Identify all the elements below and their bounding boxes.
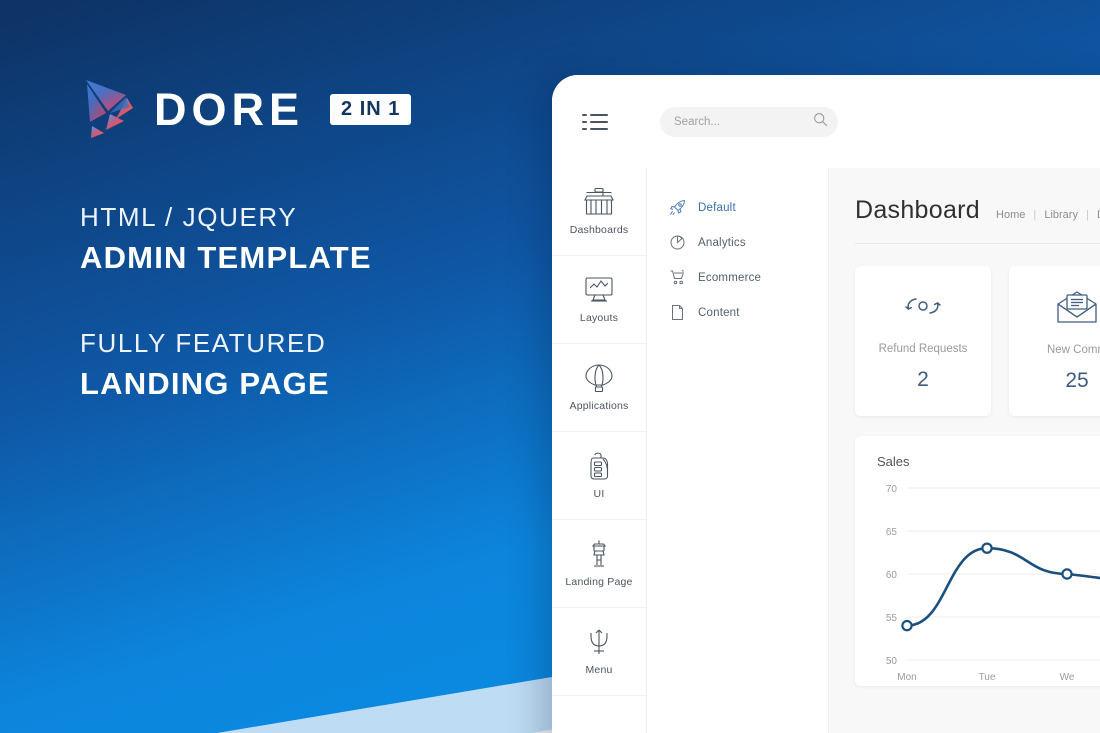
headline-sub-admin: HTML / JQUERY (80, 202, 298, 232)
pie-chart-icon (669, 234, 686, 251)
headline-main-admin: ADMIN TEMPLATE (80, 240, 372, 275)
stat-card-row: Refund Requests 2 New Com 25 (855, 266, 1100, 416)
submenu-item-analytics[interactable]: Analytics (647, 225, 828, 260)
breadcrumb: Home | Library | D (996, 209, 1100, 221)
page-header: Dashboard Home | Library | D (855, 196, 1100, 244)
submenu-panel: Default Analytics Ecommerce Content (647, 168, 829, 733)
svg-text:50: 50 (886, 656, 898, 667)
sidebar-item-layouts[interactable]: Layouts (552, 256, 646, 344)
sidebar-item-ui[interactable]: UI (552, 432, 646, 520)
sidebar-item-label: UI (593, 488, 605, 500)
headline-sub-landing: FULLY FEATURED (80, 328, 327, 358)
stat-card-value: 2 (917, 367, 929, 391)
submenu-item-label: Default (698, 201, 736, 214)
chart-title: Sales (877, 454, 910, 469)
submenu-item-label: Content (698, 306, 740, 319)
sidebar-item-label: Menu (585, 664, 613, 676)
submenu-item-label: Ecommerce (698, 271, 762, 284)
app-topbar (552, 75, 1100, 168)
submenu-item-default[interactable]: Default (647, 190, 828, 225)
stat-card-refund-requests[interactable]: Refund Requests 2 (855, 266, 991, 416)
page-title: Dashboard (855, 196, 981, 224)
stat-card-new-comments[interactable]: New Comm 25 (1009, 266, 1100, 416)
submenu-item-label: Analytics (698, 236, 746, 249)
shop-icon (582, 187, 616, 217)
sidebar-item-label: Applications (569, 400, 629, 412)
tower-icon (582, 539, 616, 569)
breadcrumb-separator: | (1086, 209, 1089, 221)
brand-lockup: DORE 2 IN 1 (80, 78, 560, 140)
sales-chart-card: Sales 50 55 60 65 70 Mon Tue We (855, 436, 1100, 686)
sidebar-item-label: Dashboards (569, 224, 629, 236)
sidebar-item-label: Layouts (579, 312, 619, 324)
search-box[interactable] (660, 106, 838, 137)
trident-icon (582, 627, 616, 657)
submenu-item-content[interactable]: Content (647, 295, 828, 330)
dore-logo-icon (80, 78, 136, 140)
shopping-cart-icon (669, 269, 686, 286)
monitor-chart-icon (582, 275, 616, 305)
content-area: Dashboard Home | Library | D (829, 168, 1100, 733)
promo-content: DORE 2 IN 1 HTML / JQUERY ADMIN TEMPLATE… (0, 0, 560, 733)
stat-card-value: 25 (1065, 368, 1089, 392)
hot-air-balloon-icon (582, 363, 616, 393)
document-icon (669, 304, 686, 321)
sales-line-chart: 50 55 60 65 70 Mon Tue We (855, 478, 1100, 686)
stat-card-label: Refund Requests (878, 342, 968, 355)
app-body: Dashboards Layouts Applications UI Landi… (552, 168, 1100, 733)
list-menu-icon[interactable] (582, 112, 608, 132)
sidebar-item-applications[interactable]: Applications (552, 344, 646, 432)
headline-block-landing: FULLY FEATURED LANDING PAGE (80, 328, 560, 402)
breadcrumb-item-library[interactable]: Library (1044, 209, 1078, 221)
breadcrumb-separator: | (1033, 209, 1037, 221)
svg-text:70: 70 (886, 484, 898, 495)
search-icon[interactable] (813, 112, 828, 132)
app-window: Dashboards Layouts (552, 75, 1100, 733)
svg-text:55: 55 (886, 613, 898, 624)
badge-2in1: 2 IN 1 (330, 93, 412, 125)
brand-name: DORE (154, 83, 305, 135)
stat-card-label: New Comm (1046, 343, 1100, 356)
svg-text:60: 60 (886, 570, 898, 581)
headline-main-landing: LANDING PAGE (80, 366, 330, 401)
sidebar-item-dashboards[interactable]: Dashboards (552, 168, 646, 256)
search-input[interactable] (674, 115, 813, 128)
open-envelope-icon (1054, 290, 1100, 331)
svg-text:65: 65 (886, 527, 898, 538)
sidebar-item-menu[interactable]: Menu (552, 608, 646, 696)
headline-block-admin: HTML / JQUERY ADMIN TEMPLATE (80, 202, 560, 276)
breadcrumb-item-home[interactable]: Home (996, 209, 1025, 221)
sidebar-item-label: Landing Page (565, 576, 633, 588)
svg-text:Tue: Tue (979, 672, 996, 683)
submenu-item-ecommerce[interactable]: Ecommerce (647, 260, 828, 295)
svg-text:Mon: Mon (897, 672, 916, 683)
sidebar-item-landing-page[interactable]: Landing Page (552, 520, 646, 608)
sidebar-rail: Dashboards Layouts Applications UI Landi… (552, 168, 647, 733)
rocket-icon (669, 199, 686, 216)
refund-arrows-icon (901, 291, 945, 330)
svg-text:We: We (1060, 672, 1075, 683)
backpack-icon (582, 451, 616, 481)
screenshot-root: DORE 2 IN 1 HTML / JQUERY ADMIN TEMPLATE… (0, 0, 1100, 733)
